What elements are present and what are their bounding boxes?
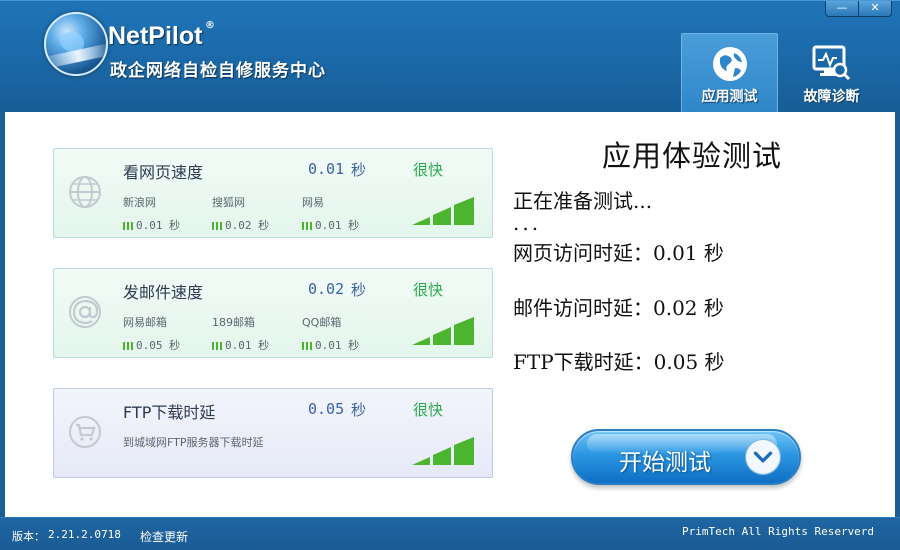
main-panel: 看网页速度 0.01 秒 很快 新浪网 搜狐网 网易 0.01 秒 0.02 秒…	[5, 112, 895, 517]
signal-bar	[412, 217, 430, 225]
version-label: 版本：	[12, 530, 45, 543]
tab-app-test-label: 应用测试	[701, 89, 758, 105]
diagnosis-monitor-icon	[812, 45, 851, 81]
card-value: 0.02	[308, 280, 345, 298]
status-bar: 版本： 2.21.2.0718 检查更新 PrimTech All Rights…	[0, 517, 900, 550]
sub-site-latency: 0.02 秒	[212, 217, 269, 233]
result-ftp-latency: FTP下载时延：0.05 秒	[513, 350, 725, 374]
mini-signal-icon	[123, 222, 133, 230]
card-unit: 秒	[351, 161, 367, 179]
card-title: 看网页速度	[123, 163, 204, 182]
tab-fault-diagnosis[interactable]: 故障诊断	[783, 33, 880, 112]
card-value: 0.01	[308, 160, 345, 178]
brand-name: NetPilot	[108, 22, 203, 50]
sub-site-name: 搜狐网	[212, 196, 245, 209]
sub-mailbox-latency: 0.01 秒	[212, 337, 269, 353]
result-mail-latency: 邮件访问时延：0.02 秒	[513, 296, 724, 320]
sub-site-name: 网易	[302, 196, 324, 209]
result-progress-dots: ...	[513, 211, 542, 235]
mini-signal-icon	[302, 342, 312, 350]
mini-signal-icon	[302, 222, 312, 230]
sub-site-latency: 0.01 秒	[123, 217, 180, 233]
card-rating: 很快	[413, 161, 444, 179]
start-test-button[interactable]: 开始测试	[571, 429, 801, 485]
sub-site-latency: 0.01 秒	[302, 217, 359, 233]
at-sign-icon	[69, 296, 101, 328]
sub-mailbox-name: 189邮箱	[212, 316, 255, 329]
sub-mailbox-latency: 0.05 秒	[123, 337, 180, 353]
chevron-down-icon	[745, 439, 781, 475]
signal-bar	[412, 457, 430, 465]
signal-bar	[454, 317, 474, 345]
signal-bar	[412, 337, 430, 345]
signal-bar	[454, 437, 474, 465]
card-value: 0.05	[308, 400, 345, 418]
app-subtitle: 政企网络自检自修服务中心	[110, 61, 326, 81]
card-rating: 很快	[413, 281, 444, 299]
card-description: 到城域网FTP服务器下载时延	[123, 436, 264, 449]
signal-strength-icon	[412, 317, 474, 345]
minimize-button[interactable]: —	[826, 0, 859, 16]
signal-bar	[454, 197, 474, 225]
card-rating: 很快	[413, 401, 444, 419]
netpilot-logo-icon	[44, 12, 108, 76]
signal-bar	[433, 327, 451, 345]
web-speed-card: 看网页速度 0.01 秒 很快 新浪网 搜狐网 网易 0.01 秒 0.02 秒…	[53, 148, 493, 238]
mail-speed-card: 发邮件速度 0.02 秒 很快 网易邮箱 189邮箱 QQ邮箱 0.05 秒 0…	[53, 268, 493, 358]
mini-signal-icon	[212, 222, 222, 230]
check-update-link[interactable]: 检查更新	[140, 528, 188, 545]
close-button[interactable]: ✕	[859, 0, 891, 16]
tab-app-test[interactable]: 应用测试	[681, 33, 778, 112]
globe-icon	[713, 47, 747, 81]
card-title: FTP下载时延	[123, 403, 216, 422]
copyright-text: PrimTech All Rights Reserverd	[682, 525, 875, 538]
registered-mark: ®	[205, 20, 215, 31]
window-controls: — ✕	[825, 0, 892, 17]
sub-mailbox-latency: 0.01 秒	[302, 337, 359, 353]
signal-strength-icon	[412, 437, 474, 465]
globe-icon	[69, 176, 101, 208]
signal-bar	[433, 207, 451, 225]
sub-mailbox-name: 网易邮箱	[123, 316, 167, 329]
sub-mailbox-name: QQ邮箱	[302, 316, 342, 329]
result-status-line: 正在准备测试...	[513, 189, 653, 213]
version-number: 2.21.2.0718	[48, 528, 121, 541]
card-title: 发邮件速度	[123, 283, 204, 302]
start-test-label: 开始测试	[619, 450, 711, 476]
result-web-latency: 网页访问时延：0.01 秒	[513, 241, 724, 265]
mini-signal-icon	[212, 342, 222, 350]
ftp-latency-card: FTP下载时延 0.05 秒 很快 到城域网FTP服务器下载时延	[53, 388, 493, 478]
sub-site-name: 新浪网	[123, 196, 156, 209]
mini-signal-icon	[123, 342, 133, 350]
result-panel-title: 应用体验测试	[602, 139, 783, 173]
signal-bar	[433, 447, 451, 465]
tab-fault-diagnosis-label: 故障诊断	[803, 89, 860, 105]
signal-strength-icon	[412, 197, 474, 225]
card-unit: 秒	[351, 401, 367, 419]
card-unit: 秒	[351, 281, 367, 299]
title-bar: NetPilot ® 政企网络自检自修服务中心 — ✕ 应用测试 故障诊断	[0, 0, 900, 112]
cart-icon	[69, 416, 101, 448]
